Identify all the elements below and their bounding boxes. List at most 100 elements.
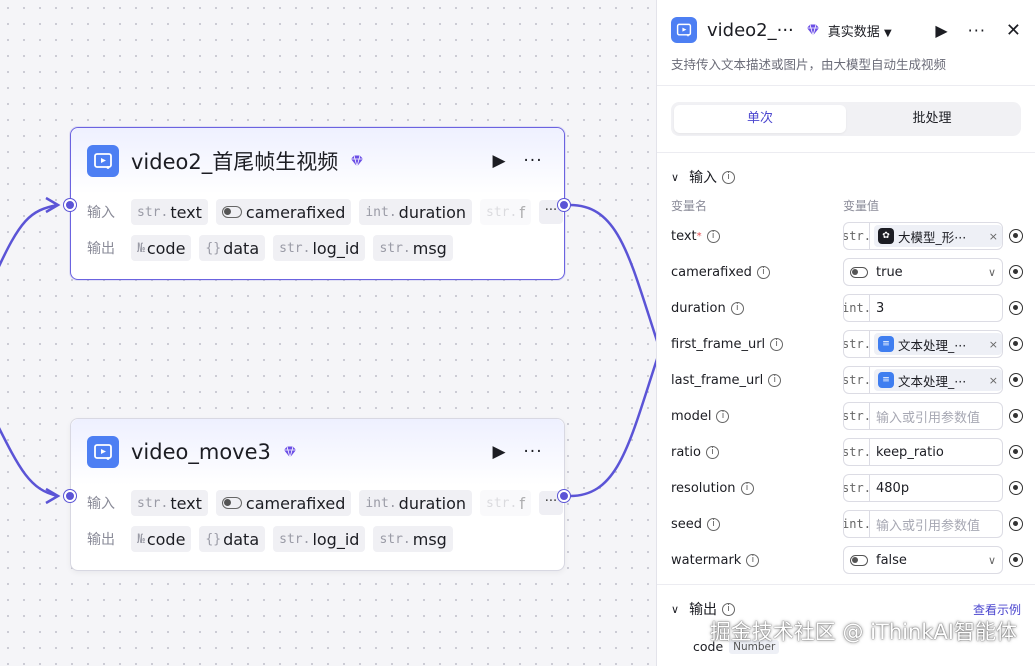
info-icon: i: [722, 170, 736, 184]
run-button[interactable]: ▶: [935, 21, 947, 40]
input-chip-camerafixed: camerafixed: [215, 490, 352, 516]
tab-batch[interactable]: 批处理: [846, 105, 1018, 133]
divider: [657, 152, 1035, 153]
workflow-canvas[interactable]: video2_首尾帧生视频 ▶ ··· 输入 str. text camerafi…: [0, 0, 656, 666]
param-row-duration: duration i int. 3: [657, 290, 1035, 326]
variable-ref-button[interactable]: [1003, 553, 1029, 567]
info-icon: i: [705, 445, 719, 459]
toggle-icon: [850, 554, 868, 566]
toggle-icon: [850, 266, 868, 278]
variable-ref-button[interactable]: [1003, 301, 1029, 315]
input-label: 输入: [87, 205, 115, 221]
info-icon: i: [716, 409, 730, 423]
input-section-title: 输入: [689, 170, 718, 186]
node-test-panel: video2_··· 真实数据 ▼ ▶ ··· ✕ 支持传入文本描述或图片，由大…: [656, 0, 1035, 666]
node-header: video2_首尾帧生视频 ▶ ···: [71, 128, 564, 194]
info-icon: i: [770, 337, 784, 351]
chevron-down-icon: ∨: [987, 265, 996, 279]
param-input[interactable]: str. 480p: [843, 474, 1003, 502]
output-chip-msg: str. msg: [373, 526, 453, 552]
divider: [657, 85, 1035, 86]
close-icon[interactable]: ✕: [1006, 20, 1021, 41]
output-chip-data: {} data: [199, 235, 266, 261]
param-select[interactable]: true ∨: [843, 258, 1003, 286]
param-name: ratio i: [671, 445, 843, 460]
reference-tag[interactable]: ✿ 大模型_形··· ×: [874, 225, 1002, 247]
node-more-button[interactable]: ···: [518, 151, 548, 171]
toggle-icon: [221, 497, 242, 509]
param-name: model i: [671, 409, 843, 424]
workflow-node-video2[interactable]: video2_首尾帧生视频 ▶ ··· 输入 str. text camerafi…: [70, 127, 565, 280]
run-mode-tabs: 单次 批处理: [671, 102, 1021, 136]
node-title: video_move3: [131, 440, 271, 464]
param-row-model: model i str. 输入或引用参数值: [657, 398, 1035, 434]
node-header: video_move3 ▶ ···: [71, 419, 564, 485]
tab-single[interactable]: 单次: [674, 105, 846, 133]
variable-ref-button[interactable]: [1003, 409, 1029, 423]
variable-ref-button[interactable]: [1003, 517, 1029, 531]
premium-gem-icon: [350, 155, 364, 167]
remove-icon[interactable]: ×: [989, 230, 998, 243]
reference-tag[interactable]: ≡ 文本处理_··· ×: [874, 369, 1002, 391]
panel-title: video2_···: [707, 19, 794, 41]
panel-more-button[interactable]: ···: [968, 21, 986, 40]
variable-ref-button[interactable]: [1003, 373, 1029, 387]
param-input[interactable]: str. 输入或引用参数值: [843, 402, 1003, 430]
param-row-text: text * i str. ✿ 大模型_形··· ×: [657, 218, 1035, 254]
view-example-link[interactable]: 查看示例: [973, 601, 1021, 618]
node-more-button[interactable]: ···: [518, 442, 548, 462]
param-input[interactable]: str. keep_ratio: [843, 438, 1003, 466]
node2-output-port[interactable]: [558, 490, 570, 502]
param-input[interactable]: int. 输入或引用参数值: [843, 510, 1003, 538]
input-section-header[interactable]: ∨ 输入 i: [657, 167, 1035, 187]
remove-icon[interactable]: ×: [989, 374, 998, 387]
data-mode-select[interactable]: 真实数据 ▼: [828, 21, 892, 40]
param-name: text * i: [671, 229, 843, 244]
info-icon: i: [722, 602, 736, 616]
node2-input-port[interactable]: [64, 490, 76, 502]
param-row-last-frame-url: last_frame_url i str. ≡ 文本处理_··· ×: [657, 362, 1035, 398]
param-name: first_frame_url i: [671, 337, 843, 352]
param-name: camerafixed i: [671, 265, 843, 280]
variable-ref-button[interactable]: [1003, 337, 1029, 351]
variable-ref-button[interactable]: [1003, 229, 1029, 243]
input-chip-duration: int. duration: [359, 490, 472, 516]
workflow-node-video-move3[interactable]: video_move3 ▶ ··· 输入 str. text camerafixe…: [70, 418, 565, 571]
node1-output-port[interactable]: [558, 199, 570, 211]
param-column-headers: 变量名 变量值: [657, 197, 1035, 214]
param-reference-field[interactable]: str. ✿ 大模型_形··· ×: [843, 222, 1003, 250]
output-chip-msg: str. msg: [373, 235, 453, 261]
param-select[interactable]: false ∨: [843, 546, 1003, 574]
variable-ref-button[interactable]: [1003, 445, 1029, 459]
param-name: last_frame_url i: [671, 373, 843, 388]
output-label: 输出: [87, 241, 115, 257]
info-icon: i: [740, 481, 754, 495]
param-row-watermark: watermark i false ∨: [657, 542, 1035, 578]
param-input[interactable]: int. 3: [843, 294, 1003, 322]
variable-ref-button[interactable]: [1003, 265, 1029, 279]
edge-right-1: [569, 203, 656, 342]
input-chip-duration: int. duration: [359, 199, 472, 225]
node1-input-port[interactable]: [64, 199, 76, 211]
param-row-ratio: ratio i str. keep_ratio: [657, 434, 1035, 470]
variable-ref-button[interactable]: [1003, 481, 1029, 495]
chevron-down-icon: ∨: [671, 170, 680, 184]
text-process-icon: ≡: [878, 336, 894, 352]
param-row-seed: seed i int. 输入或引用参数值: [657, 506, 1035, 542]
reference-tag[interactable]: ≡ 文本处理_··· ×: [874, 333, 1002, 355]
node-output-row: 输出 № code {} data str. log_id str. msg: [71, 230, 564, 266]
param-reference-field[interactable]: str. ≡ 文本处理_··· ×: [843, 330, 1003, 358]
target-icon: [1009, 373, 1023, 387]
col-value-header: 变量值: [843, 199, 880, 213]
llm-node-icon: ✿: [878, 228, 894, 244]
remove-icon[interactable]: ×: [989, 338, 998, 351]
run-node-button[interactable]: ▶: [486, 442, 512, 462]
info-icon: i: [756, 265, 770, 279]
run-node-button[interactable]: ▶: [486, 151, 512, 171]
info-icon: i: [706, 229, 720, 243]
video-plugin-icon: [87, 145, 119, 177]
param-row-first-frame-url: first_frame_url i str. ≡ 文本处理_··· ×: [657, 326, 1035, 362]
param-reference-field[interactable]: str. ≡ 文本处理_··· ×: [843, 366, 1003, 394]
caret-down-icon: ▼: [883, 27, 892, 39]
premium-gem-icon: [806, 24, 820, 36]
